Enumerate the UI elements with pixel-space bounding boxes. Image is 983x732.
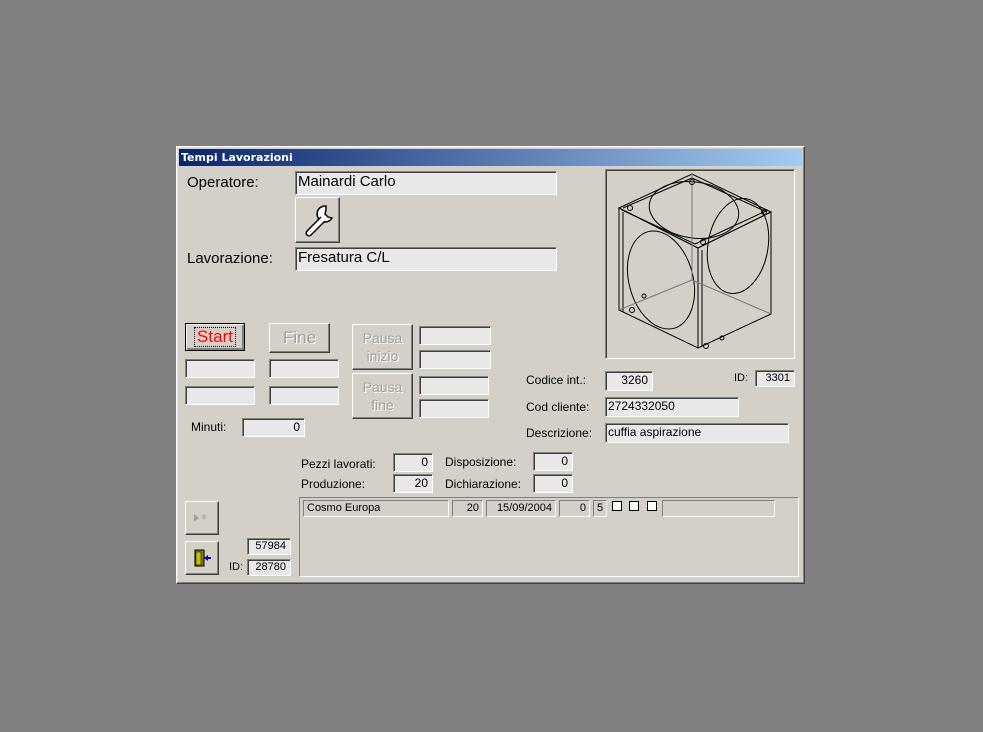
cod-cliente-field[interactable]: 2724332050 [605,397,739,417]
exit-button[interactable] [185,541,219,575]
descrizione-field[interactable]: cuffia aspirazione [605,423,789,443]
lavorazione-label: Lavorazione: [187,250,273,267]
start-button-label: Start [194,327,236,347]
record-number-field[interactable]: 57984 [247,538,291,555]
pausa-fine-field-2[interactable] [419,399,489,418]
exit-door-icon [194,549,211,567]
produzione-field[interactable]: 20 [393,474,433,493]
minuti-field[interactable]: 0 [242,418,305,437]
order-subform: Cosmo Europa 20 15/09/2004 0 5 [299,497,799,577]
order-date-cell[interactable]: 15/09/2004 [486,500,556,517]
order-n2-cell[interactable]: 5 [593,500,607,517]
pausa-inizio-field-2[interactable] [419,350,491,369]
pausa-inizio-field-1[interactable] [419,326,491,345]
tool-button[interactable] [295,197,340,243]
order-qty-cell[interactable]: 20 [452,500,483,517]
minuti-label: Minuti: [191,420,227,434]
order-n1-cell[interactable]: 0 [559,500,590,517]
cod-cliente-label: Cod cliente: [526,400,590,414]
id-bottom-field[interactable]: 28780 [247,559,291,576]
order-cliente-cell[interactable]: Cosmo Europa [303,500,449,517]
fine-button[interactable]: Fine [269,323,330,353]
dichiarazione-label: Dichiarazione: [445,477,522,491]
new-record-icon: * [194,512,207,526]
pausa-inizio-button[interactable]: Pausa inizio [352,324,413,370]
start-time-field-2[interactable] [185,386,255,405]
fine-time-field-2[interactable] [269,386,339,405]
disposizione-label: Disposizione: [445,455,517,469]
produzione-label: Produzione: [301,477,366,491]
order-notes-cell[interactable] [662,500,775,517]
descrizione-label: Descrizione: [526,426,593,440]
operatore-label: Operatore: [187,174,259,191]
start-button[interactable]: Start [185,323,245,351]
pezzi-lavorati-field[interactable]: 0 [393,453,433,472]
order-checkbox-2[interactable] [629,501,639,511]
order-checkbox-3[interactable] [647,501,657,511]
new-record-button[interactable]: * [185,501,219,535]
svg-text:*: * [201,512,207,525]
order-checkbox-1[interactable] [612,501,622,511]
fine-time-field-1[interactable] [269,359,339,378]
wrench-icon [304,205,333,237]
window-title: Tempi Lavorazioni [179,149,802,166]
lavorazione-field[interactable]: Fresatura C/L [295,247,557,271]
pausa-fine-field-1[interactable] [419,376,489,395]
start-time-field-1[interactable] [185,359,255,378]
codice-int-field[interactable]: 3260 [605,371,653,391]
operatore-field[interactable]: Mainardi Carlo [295,171,557,195]
pezzi-lavorati-label: Pezzi lavorati: [301,457,376,471]
codice-int-label: Codice int.: [526,373,587,387]
id-bottom-label: ID: [229,561,244,573]
disposizione-field[interactable]: 0 [533,452,573,471]
id-top-label: ID: [734,372,749,384]
part-image-frame [605,169,795,359]
cube-part-drawing [617,173,773,349]
dichiarazione-field[interactable]: 0 [533,474,573,493]
pausa-fine-button[interactable]: Pausa fine [352,373,413,419]
tempi-lavorazioni-window: Tempi Lavorazioni Operatore: Mainardi Ca… [176,146,805,584]
id-top-field[interactable]: 3301 [755,370,795,387]
